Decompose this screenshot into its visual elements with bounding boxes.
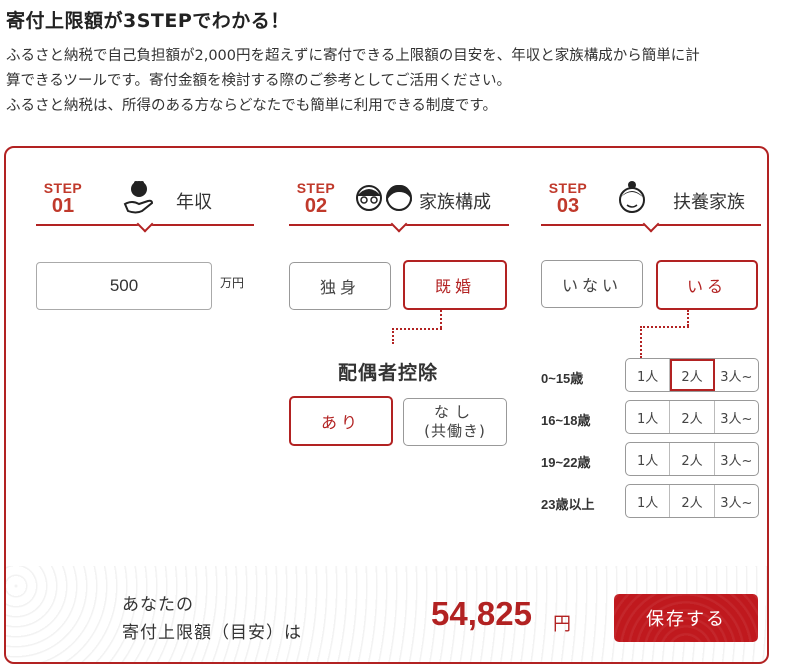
age-16-18-choice-2[interactable]: 2人 bbox=[670, 401, 715, 433]
dependents-connector-drop bbox=[640, 326, 642, 358]
description: ふるさと納税で自己負担額が2,000円を超えずに寄付できる上限額の目安を、年収と… bbox=[6, 44, 796, 119]
age-23-plus-choice-1[interactable]: 1人 bbox=[626, 485, 671, 517]
no-dependents-button[interactable]: いない bbox=[541, 260, 643, 308]
age-16-18-choice-3[interactable]: 3人~ bbox=[715, 401, 758, 433]
married-button[interactable]: 既婚 bbox=[403, 260, 507, 310]
step-01-tag: STEP 01 bbox=[43, 180, 83, 217]
age-23-plus-choice-2[interactable]: 2人 bbox=[670, 485, 715, 517]
donation-limit-amount: 54,825 bbox=[431, 595, 532, 632]
age-group-selector-16-18: 1人 2人 3人~ bbox=[625, 400, 759, 434]
age-group-label-19-22: 19~22歳 bbox=[541, 455, 591, 470]
description-line-1: ふるさと納税で自己負担額が2,000円を超えずに寄付できる上限額の目安を、年収と… bbox=[6, 48, 700, 64]
married-connector-drop bbox=[392, 328, 394, 344]
couple-icon bbox=[353, 180, 415, 222]
page-title: 寄付上限額が3STEPでわかる！ bbox=[6, 10, 290, 32]
single-button[interactable]: 独身 bbox=[289, 262, 391, 310]
spouse-deduction-no-button[interactable]: なし (共働き) bbox=[403, 398, 507, 446]
step-03-label: 扶養家族 bbox=[673, 192, 745, 213]
result-label-line-1: あなたの bbox=[122, 595, 194, 615]
step-03-tag: STEP 03 bbox=[548, 180, 588, 217]
donation-limit-currency: 円 bbox=[553, 614, 571, 635]
age-0-15-choice-2[interactable]: 2人 bbox=[670, 359, 715, 391]
wallet-hand-icon bbox=[122, 180, 156, 220]
age-16-18-choice-1[interactable]: 1人 bbox=[626, 401, 671, 433]
save-button[interactable]: 保存する bbox=[614, 594, 758, 642]
age-19-22-choice-1[interactable]: 1人 bbox=[626, 443, 671, 475]
spouse-deduction-yes-button[interactable]: あり bbox=[289, 396, 393, 446]
age-group-selector-19-22: 1人 2人 3人~ bbox=[625, 442, 759, 476]
calculator-panel: STEP 01 年収 500 万円 STEP 02 家族構成 独身 既婚 配偶者… bbox=[4, 146, 769, 664]
age-group-selector-0-15: 1人 2人 3人~ bbox=[625, 358, 759, 392]
result-label-line-2: 寄付上限額（目安）は bbox=[122, 623, 302, 643]
income-input[interactable]: 500 bbox=[36, 262, 212, 310]
dependents-connector-horizontal bbox=[640, 326, 689, 328]
step-01-label: 年収 bbox=[176, 192, 212, 213]
age-group-label-16-18: 16~18歳 bbox=[541, 413, 591, 428]
age-group-selector-23-plus: 1人 2人 3人~ bbox=[625, 484, 759, 518]
income-unit: 万円 bbox=[220, 276, 245, 290]
step-02-label: 家族構成 bbox=[419, 192, 491, 213]
dependents-connector-vertical bbox=[687, 310, 689, 326]
married-connector-horizontal bbox=[392, 328, 442, 330]
age-0-15-choice-3[interactable]: 3人~ bbox=[715, 359, 758, 391]
age-19-22-choice-3[interactable]: 3人~ bbox=[715, 443, 758, 475]
description-line-3: ふるさと納税は、所得のある方ならどなたでも簡単に利用できる制度です。 bbox=[6, 98, 497, 114]
child-icon bbox=[615, 180, 649, 222]
age-0-15-choice-1[interactable]: 1人 bbox=[626, 359, 671, 391]
age-19-22-choice-2[interactable]: 2人 bbox=[670, 443, 715, 475]
age-group-label-23-plus: 23歳以上 bbox=[541, 497, 595, 512]
married-connector-vertical bbox=[440, 310, 442, 328]
age-23-plus-choice-3[interactable]: 3人~ bbox=[715, 485, 758, 517]
age-group-label-0-15: 0~15歳 bbox=[541, 371, 584, 386]
step-02-tag: STEP 02 bbox=[296, 180, 336, 217]
has-dependents-button[interactable]: いる bbox=[656, 260, 758, 310]
spouse-deduction-title: 配偶者控除 bbox=[338, 362, 439, 384]
description-line-2: 算できるツールです。寄付金額を検討する際のご参考としてご活用ください。 bbox=[6, 73, 512, 89]
